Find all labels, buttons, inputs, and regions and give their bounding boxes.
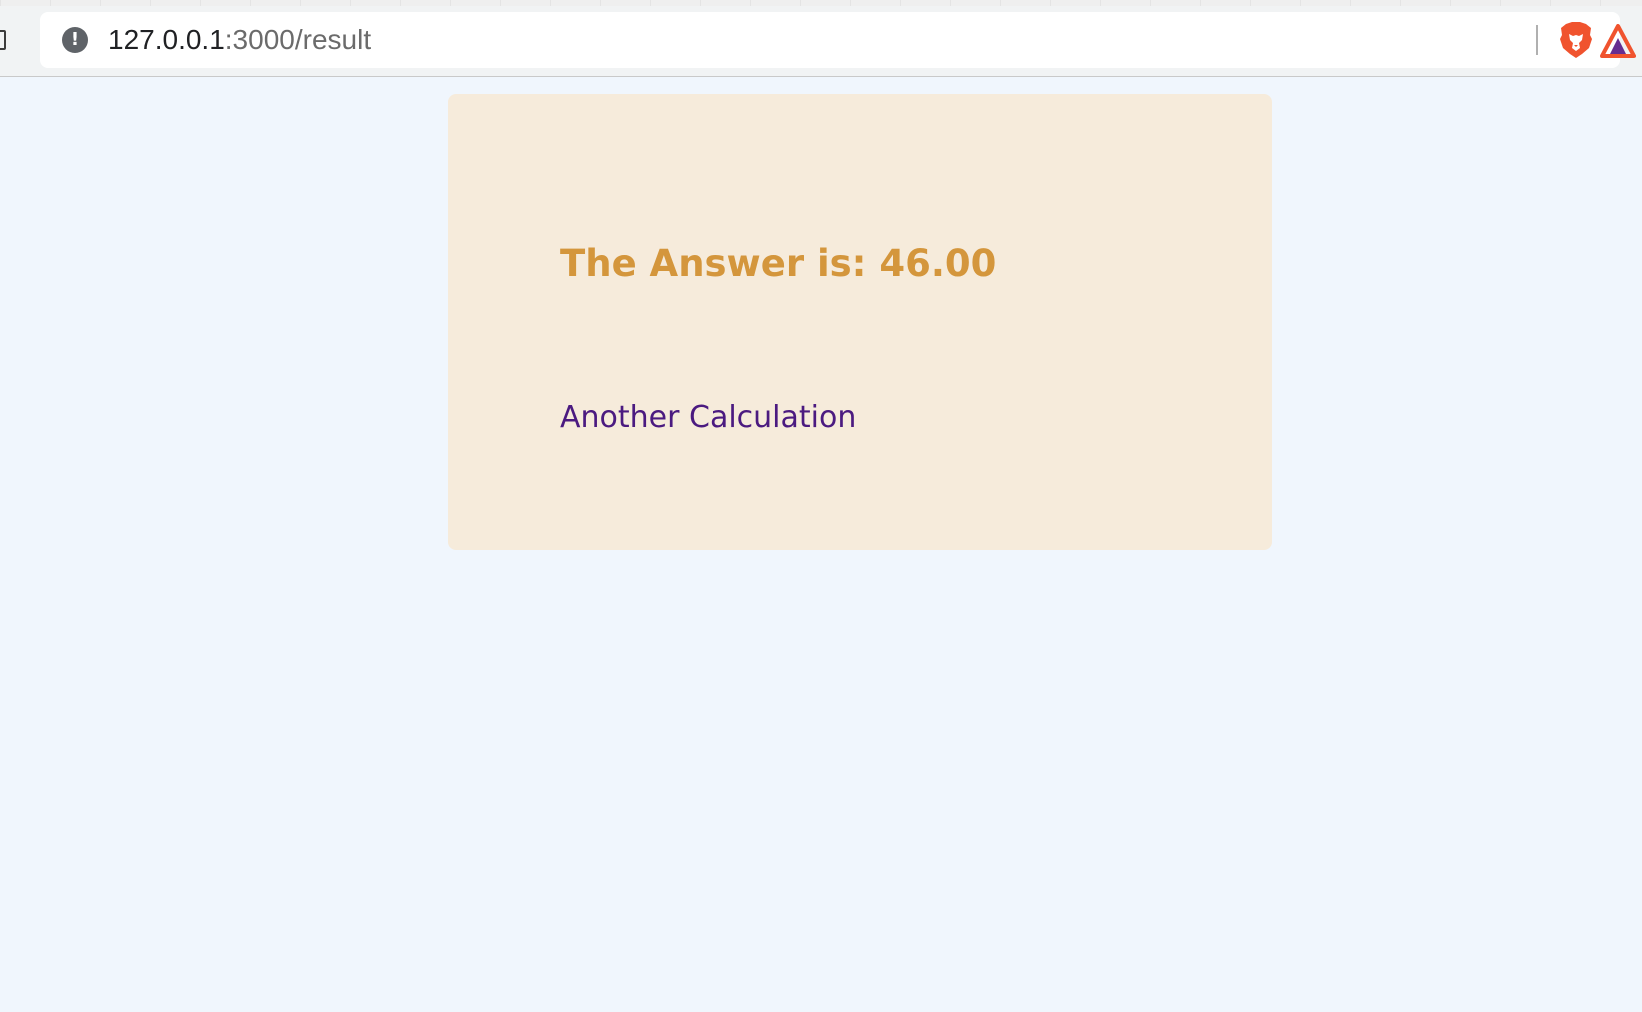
brave-rewards-icon[interactable] xyxy=(1600,24,1636,58)
url-host: 127.0.0.1 xyxy=(108,24,225,55)
browser-toolbar: ! 127.0.0.1:3000/result xyxy=(0,0,1642,77)
tab-strip xyxy=(0,0,1642,6)
sidebar-toggle-icon[interactable] xyxy=(0,30,6,50)
another-calculation-link[interactable]: Another Calculation xyxy=(560,400,856,436)
info-icon[interactable]: ! xyxy=(62,27,88,53)
omnibox-divider xyxy=(1536,25,1538,55)
url-text[interactable]: 127.0.0.1:3000/result xyxy=(108,24,371,56)
result-card: The Answer is: 46.00 Another Calculation xyxy=(448,94,1272,550)
brave-lion-icon[interactable] xyxy=(1558,21,1594,59)
url-path: :3000/result xyxy=(224,24,372,55)
answer-heading: The Answer is: 46.00 xyxy=(560,242,997,285)
address-bar[interactable]: ! 127.0.0.1:3000/result xyxy=(40,12,1636,68)
